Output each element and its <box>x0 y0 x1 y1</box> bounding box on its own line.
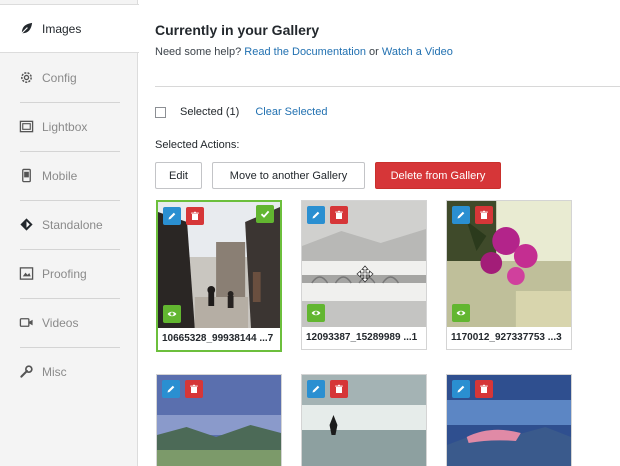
gallery-card[interactable] <box>156 374 282 466</box>
tab-label: Misc <box>42 364 67 379</box>
image-filename: 12093387_15289989 ...1 <box>306 332 418 343</box>
eye-icon <box>311 310 321 316</box>
selection-row: Selected (1) Clear Selected <box>155 106 327 118</box>
pencil-icon <box>312 211 320 219</box>
lightbox-icon <box>19 119 34 134</box>
edit-image-button[interactable] <box>307 380 325 398</box>
trash-icon <box>191 211 199 220</box>
thumbnail[interactable] <box>158 202 280 328</box>
delete-from-gallery-button[interactable]: Delete from Gallery <box>375 162 501 189</box>
thumbnail[interactable] <box>447 201 571 327</box>
delete-image-button[interactable] <box>185 380 203 398</box>
pencil-icon <box>312 385 320 393</box>
divider <box>155 86 620 87</box>
tab-label: Lightbox <box>42 119 88 134</box>
checkmark-icon <box>260 210 270 218</box>
tab-config[interactable]: Config <box>0 53 138 102</box>
tab-proofing[interactable]: Proofing <box>0 249 138 298</box>
eye-icon <box>456 310 466 316</box>
view-image-button[interactable] <box>452 304 470 322</box>
help-prefix: Need some help? <box>155 46 242 58</box>
gear-icon <box>19 70 34 85</box>
trash-icon <box>480 210 488 219</box>
pencil-icon <box>457 385 465 393</box>
selected-label: Selected <box>180 106 223 118</box>
gallery-card[interactable]: 12093387_15289989 ...1 <box>301 200 427 350</box>
delete-image-button[interactable] <box>186 207 204 225</box>
trash-icon <box>190 384 198 393</box>
documentation-link[interactable]: Read the Documentation <box>244 46 366 58</box>
pencil-icon <box>167 385 175 393</box>
image-filename: 10665328_99938144 ...7 <box>162 333 274 344</box>
thumbnail[interactable] <box>157 375 281 466</box>
tab-label: Videos <box>42 315 79 330</box>
trash-icon <box>480 384 488 393</box>
selected-count: (1) <box>225 106 240 118</box>
trash-icon <box>335 210 343 219</box>
pencil-icon <box>457 211 465 219</box>
view-image-button[interactable] <box>307 304 325 322</box>
clear-selected-link[interactable]: Clear Selected <box>255 106 327 118</box>
view-image-button[interactable] <box>163 305 181 323</box>
edit-image-button[interactable] <box>452 380 470 398</box>
help-text: Need some help? Read the Documentation o… <box>155 46 453 58</box>
diamond-icon <box>19 217 34 232</box>
video-icon <box>19 315 34 330</box>
tab-videos[interactable]: Videos <box>0 298 138 347</box>
page-title: Currently in your Gallery <box>155 22 320 38</box>
tab-label: Standalone <box>42 217 103 232</box>
proofing-icon <box>19 266 34 281</box>
help-or: or <box>369 46 379 58</box>
tab-label: Mobile <box>42 168 78 183</box>
gallery-card[interactable]: 10665328_99938144 ...7 <box>156 200 282 352</box>
move-to-gallery-button[interactable]: Move to another Gallery <box>212 162 365 189</box>
thumbnail[interactable] <box>302 201 426 327</box>
watch-video-link[interactable]: Watch a Video <box>382 46 453 58</box>
tab-standalone[interactable]: Standalone <box>0 200 138 249</box>
gallery-card[interactable] <box>446 374 572 466</box>
settings-sidebar: Images Config Lightbox Mobile Standalone… <box>0 0 139 466</box>
mobile-icon <box>19 168 34 183</box>
tab-images[interactable]: Images <box>0 4 139 53</box>
select-all-checkbox[interactable] <box>155 106 166 118</box>
edit-image-button[interactable] <box>307 206 325 224</box>
leaf-icon <box>19 21 34 36</box>
edit-button[interactable]: Edit <box>155 162 202 189</box>
gallery-card[interactable]: 1170012_927337753 ...3 <box>446 200 572 350</box>
image-filename: 1170012_927337753 ...3 <box>451 332 562 343</box>
tab-lightbox[interactable]: Lightbox <box>0 102 138 151</box>
move-cursor-icon <box>356 265 374 283</box>
wrench-icon <box>19 364 34 379</box>
thumbnail[interactable] <box>302 375 426 466</box>
selected-actions-label: Selected Actions: <box>155 139 240 151</box>
selected-check-button[interactable] <box>256 205 274 223</box>
delete-image-button[interactable] <box>475 206 493 224</box>
tab-label: Images <box>42 21 82 36</box>
eye-icon <box>167 311 177 317</box>
gallery-card[interactable] <box>301 374 427 466</box>
edit-image-button[interactable] <box>163 207 181 225</box>
delete-image-button[interactable] <box>475 380 493 398</box>
edit-image-button[interactable] <box>452 206 470 224</box>
edit-image-button[interactable] <box>162 380 180 398</box>
delete-image-button[interactable] <box>330 206 348 224</box>
tab-label: Proofing <box>42 266 87 281</box>
delete-image-button[interactable] <box>330 380 348 398</box>
tab-misc[interactable]: Misc <box>0 347 138 396</box>
tab-label: Config <box>42 70 77 85</box>
tab-mobile[interactable]: Mobile <box>0 151 138 200</box>
trash-icon <box>335 384 343 393</box>
thumbnail[interactable] <box>447 375 571 466</box>
pencil-icon <box>168 212 176 220</box>
